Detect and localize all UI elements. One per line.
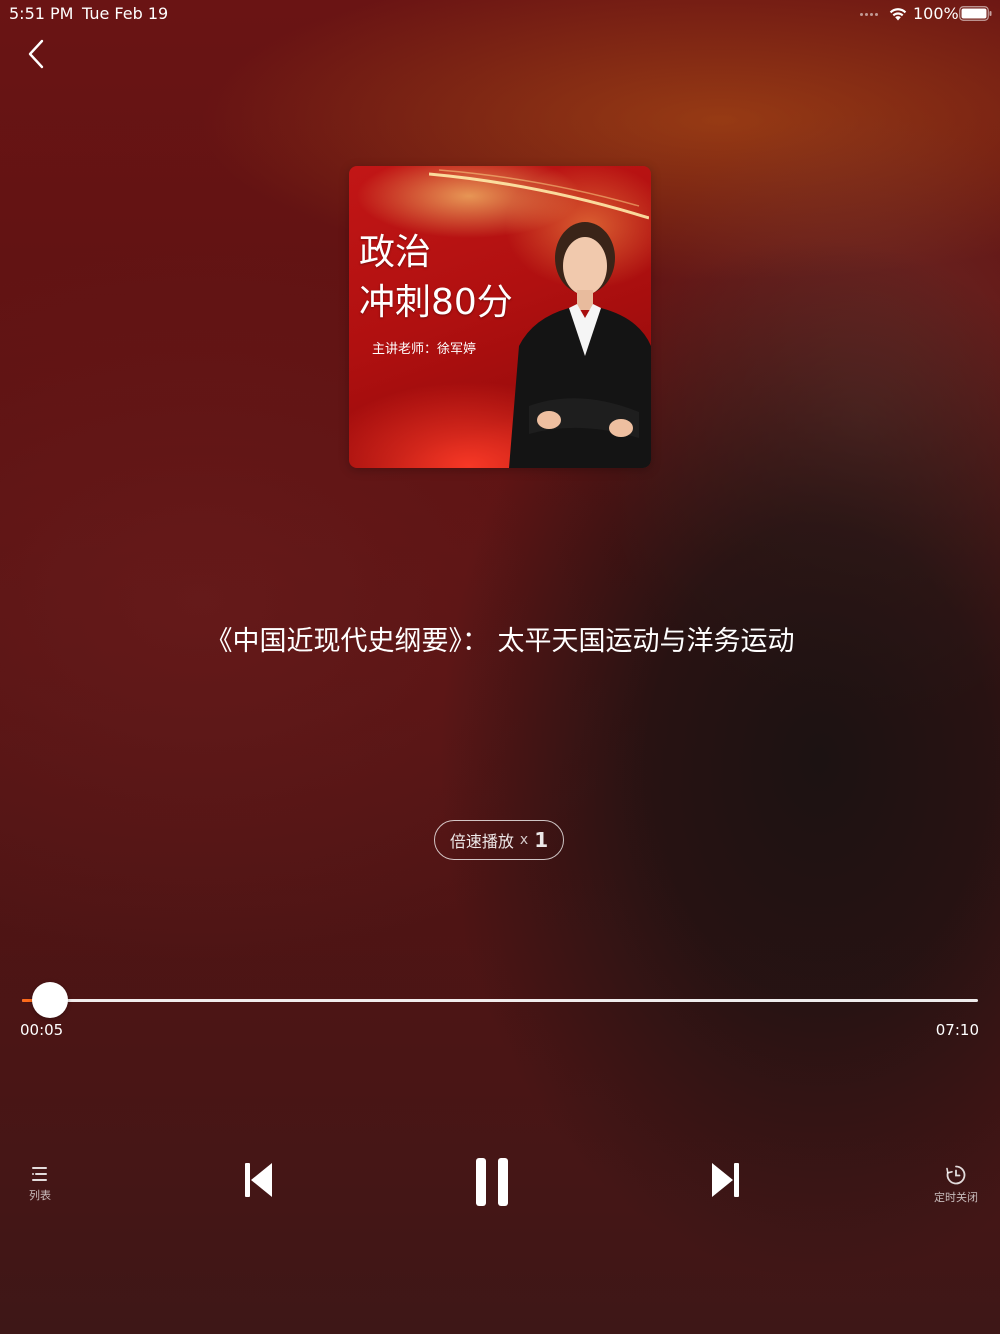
teacher-portrait [509,222,651,468]
time-total: 07:10 [935,1021,979,1039]
next-track-button[interactable] [708,1160,744,1202]
previous-track-button[interactable] [240,1160,276,1202]
status-date: Tue Feb 19 [82,4,169,23]
cover-title-line2: 冲刺80分 [359,282,513,323]
timer-icon [946,1165,966,1185]
signal-dots-icon [860,13,882,17]
battery-percent: 100% [913,4,959,23]
progress-bar[interactable] [22,982,978,1018]
progress-thumb[interactable] [31,982,68,1018]
status-bar: 5:51 PM Tue Feb 19 100% [0,0,1000,28]
cover-title: 政治 冲刺80分 [359,228,513,328]
speed-value: 1 [534,828,549,852]
speed-multiplier-sign: x [519,832,529,848]
pause-button[interactable] [472,1154,512,1210]
playlist-icon [32,1167,47,1181]
chevron-left-icon [28,39,44,69]
sleep-timer-button[interactable]: 定时关闭 [926,1164,986,1205]
status-time: 5:51 PM [9,4,74,23]
time-elapsed: 00:05 [20,1021,64,1039]
pause-icon [476,1158,508,1206]
speed-label: 倍速播放 [449,832,514,851]
battery-icon [959,6,992,21]
back-button[interactable] [18,34,54,74]
track-title: 《中国近现代史纲要》： 太平天国运动与洋务运动 [205,626,795,657]
playback-speed-button[interactable]: 倍速播放 x 1 [434,820,564,860]
cover-teacher: 主讲老师：徐军婷 [372,342,477,357]
skip-next-icon [712,1163,739,1197]
wifi-icon [889,8,907,21]
timer-label: 定时关闭 [934,1191,978,1204]
playlist-label: 列表 [29,1189,51,1202]
playlist-button[interactable]: 列表 [20,1164,60,1203]
album-cover: 政治 冲刺80分 主讲老师：徐军婷 [349,166,651,468]
cover-title-line1: 政治 [359,232,432,273]
skip-previous-icon [245,1163,272,1197]
